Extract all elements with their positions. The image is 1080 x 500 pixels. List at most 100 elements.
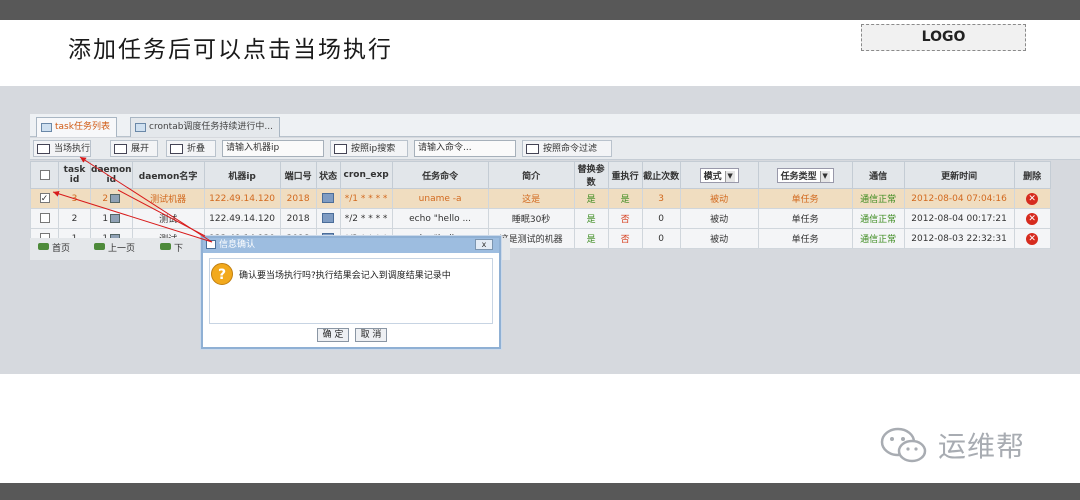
cell-limit: 0 [641, 208, 681, 229]
dialog-titlebar[interactable]: 信息确认 x [203, 238, 499, 253]
cell-time: 2012-08-04 07:04:16 [903, 188, 1015, 209]
cell-command: echo "hello ... [391, 208, 489, 229]
delete-icon[interactable]: ✕ [1026, 212, 1039, 225]
select-all-header[interactable] [30, 161, 59, 189]
cell-status [315, 208, 341, 229]
header-task-id[interactable]: task id [58, 161, 91, 189]
cell-mode: 被动 [679, 228, 759, 249]
first-page-label: 首页 [52, 244, 71, 254]
row-checkbox[interactable] [39, 193, 50, 204]
question-icon: ? [211, 263, 233, 285]
header-type[interactable]: 任务类型 ▼ [757, 161, 853, 189]
header-time[interactable]: 更新时间 [903, 161, 1015, 189]
cell-comm: 通信正常 [851, 208, 905, 229]
cell-comm: 通信正常 [851, 188, 905, 209]
collapse-button[interactable]: 折叠 [166, 140, 216, 157]
clock-icon [135, 123, 146, 132]
tab-crontab[interactable]: crontab调度任务持续进行中... [130, 117, 281, 137]
cell-replace: 是 [573, 228, 609, 249]
ip-search-label: 按照ip搜索 [351, 144, 396, 154]
header-comm[interactable]: 通信 [851, 161, 905, 189]
monitor-icon [37, 144, 50, 154]
type-combo-value: 任务类型 [780, 171, 817, 182]
mode-combo[interactable]: 模式 ▼ [699, 167, 739, 183]
cell-status [315, 188, 341, 209]
cell-type: 单任务 [757, 208, 853, 229]
header-limit[interactable]: 截止次数 [641, 161, 681, 189]
cell-rerun: 否 [607, 208, 643, 229]
cell-limit: 0 [641, 228, 681, 249]
command-filter-label: 按照命令过滤 [543, 144, 598, 154]
cell-desc: 这是 [487, 188, 575, 209]
watermark-text: 运维帮 [938, 430, 1026, 463]
slide-title: 添加任务后可以点击当场执行 [68, 37, 393, 63]
header-ip[interactable]: 机器ip [203, 161, 281, 189]
table-row[interactable]: 3 2 测试机器 122.49.14.120 2018 */1 * * * * … [30, 188, 1051, 209]
delete-icon[interactable]: ✕ [1026, 192, 1039, 205]
chevron-down-icon: ▼ [724, 170, 735, 182]
cell-rerun: 是 [607, 188, 643, 209]
first-page-button[interactable]: 首页 [36, 241, 70, 254]
command-input[interactable]: 请输入命令... [414, 140, 516, 157]
collapse-label: 折叠 [187, 144, 206, 154]
header-status[interactable]: 状态 [315, 161, 341, 189]
cell-ip: 122.49.14.120 [203, 208, 281, 229]
cell-daemon-name: 测试 [131, 208, 205, 229]
mode-combo-value: 模式 [703, 171, 722, 182]
header-desc[interactable]: 简介 [487, 161, 575, 189]
header-mode[interactable]: 模式 ▼ [679, 161, 759, 189]
header-command[interactable]: 任务命令 [391, 161, 489, 189]
header-replace[interactable]: 替换参数 [573, 161, 609, 189]
row-checkbox[interactable] [39, 213, 50, 224]
toolbar: 当场执行 展开 折叠 请输入机器ip 按照ip搜索 请输入命令... 按照命令过… [30, 138, 1080, 160]
cell-replace: 是 [573, 208, 609, 229]
header-daemon-name[interactable]: daemon名字 [131, 161, 205, 189]
select-all-checkbox[interactable] [39, 169, 50, 180]
cell-mode: 被动 [679, 188, 759, 209]
list-icon [41, 123, 52, 132]
top-frame-bar [0, 0, 1080, 20]
command-filter-button[interactable]: 按照命令过滤 [522, 140, 612, 157]
tab-label: task任务列表 [55, 122, 110, 132]
wechat-watermark: 运维帮 [878, 425, 1025, 465]
cell-limit: 3 [641, 188, 681, 209]
cell-time: 2012-08-03 22:32:31 [903, 228, 1015, 249]
ok-button[interactable]: 确 定 [317, 328, 349, 342]
next-page-button[interactable]: 下 [158, 241, 183, 254]
run-now-label: 当场执行 [54, 144, 91, 154]
cell-daemon-id: 2 [90, 188, 133, 209]
tab-task-list[interactable]: task任务列表 [36, 117, 117, 137]
header-daemon-id[interactable]: daemon id [90, 161, 133, 189]
delete-icon[interactable]: ✕ [1026, 232, 1039, 245]
daemon-icon [110, 213, 121, 223]
cell-delete[interactable]: ✕ [1013, 188, 1051, 209]
ip-search-input[interactable]: 请输入机器ip [222, 140, 324, 157]
dialog-message: 确认要当场执行吗?执行结果会记入到调度结果记录中 [239, 271, 451, 281]
tab-bar: task任务列表 crontab调度任务持续进行中... [30, 114, 1080, 137]
header-rerun[interactable]: 重执行 [607, 161, 643, 189]
cancel-button[interactable]: 取 消 [355, 328, 387, 342]
status-icon [322, 213, 335, 224]
header-cron[interactable]: cron_exp [339, 161, 393, 189]
cell-rerun: 否 [607, 228, 643, 249]
prev-page-button[interactable]: 上一页 [92, 241, 135, 254]
header-port[interactable]: 端口号 [279, 161, 317, 189]
cell-delete[interactable]: ✕ [1013, 208, 1051, 229]
expand-button[interactable]: 展开 [110, 140, 158, 157]
prev-page-label: 上一页 [108, 244, 136, 254]
cell-type: 单任务 [757, 228, 853, 249]
table-row[interactable]: 2 1 测试 122.49.14.120 2018 */2 * * * * ec… [30, 208, 1051, 229]
close-button[interactable]: x [475, 239, 493, 250]
cell-delete[interactable]: ✕ [1013, 228, 1051, 249]
status-icon [322, 193, 335, 204]
task-grid: task id daemon id daemon名字 机器ip 端口号 状态 c… [30, 161, 1080, 249]
cell-daemon-name: 测试机器 [131, 188, 205, 209]
header-delete[interactable]: 删除 [1013, 161, 1051, 189]
run-now-button[interactable]: 当场执行 [33, 140, 92, 157]
prev-page-icon [94, 243, 105, 250]
cell-task-id: 2 [58, 208, 91, 229]
info-icon [206, 240, 216, 249]
type-combo[interactable]: 任务类型 ▼ [776, 167, 834, 183]
ip-search-button[interactable]: 按照ip搜索 [330, 140, 408, 157]
cell-ip: 122.49.14.120 [203, 188, 281, 209]
